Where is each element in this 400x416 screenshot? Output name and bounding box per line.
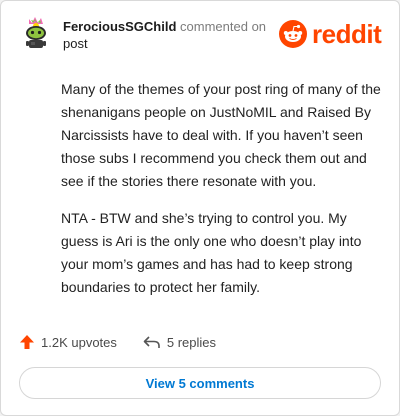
comment-card: FerociousSGChild commented on post reddi… [0,0,400,416]
post-link[interactable]: post [63,35,273,52]
comment-paragraph-1: Many of the themes of your post ring of … [61,81,381,189]
username-link[interactable]: FerociousSGChild [63,19,176,34]
upvote-button[interactable]: 1.2K upvotes [19,334,117,350]
snoo-avatar-icon [26,17,46,48]
comment-paragraph-2: NTA - BTW and she’s trying to control yo… [61,210,362,295]
comment-actions: 1.2K upvotes 5 replies [19,334,216,350]
user-avatar[interactable] [19,15,53,49]
comment-meta: FerociousSGChild commented on post [63,18,273,52]
replies-button[interactable]: 5 replies [143,335,216,350]
reddit-snoo-icon [279,20,307,48]
upvote-arrow-icon [20,335,34,349]
upvote-count: 1.2K upvotes [41,334,117,350]
view-comments-button[interactable]: View 5 comments [19,367,381,399]
reddit-logo: reddit [279,19,382,49]
comment-body: Many of the themes of your post ring of … [61,78,381,313]
reddit-wordmark: reddit [312,19,382,49]
reply-arrow-icon [143,336,160,348]
action-text: commented on [180,19,267,34]
reply-count: 5 replies [166,334,217,350]
